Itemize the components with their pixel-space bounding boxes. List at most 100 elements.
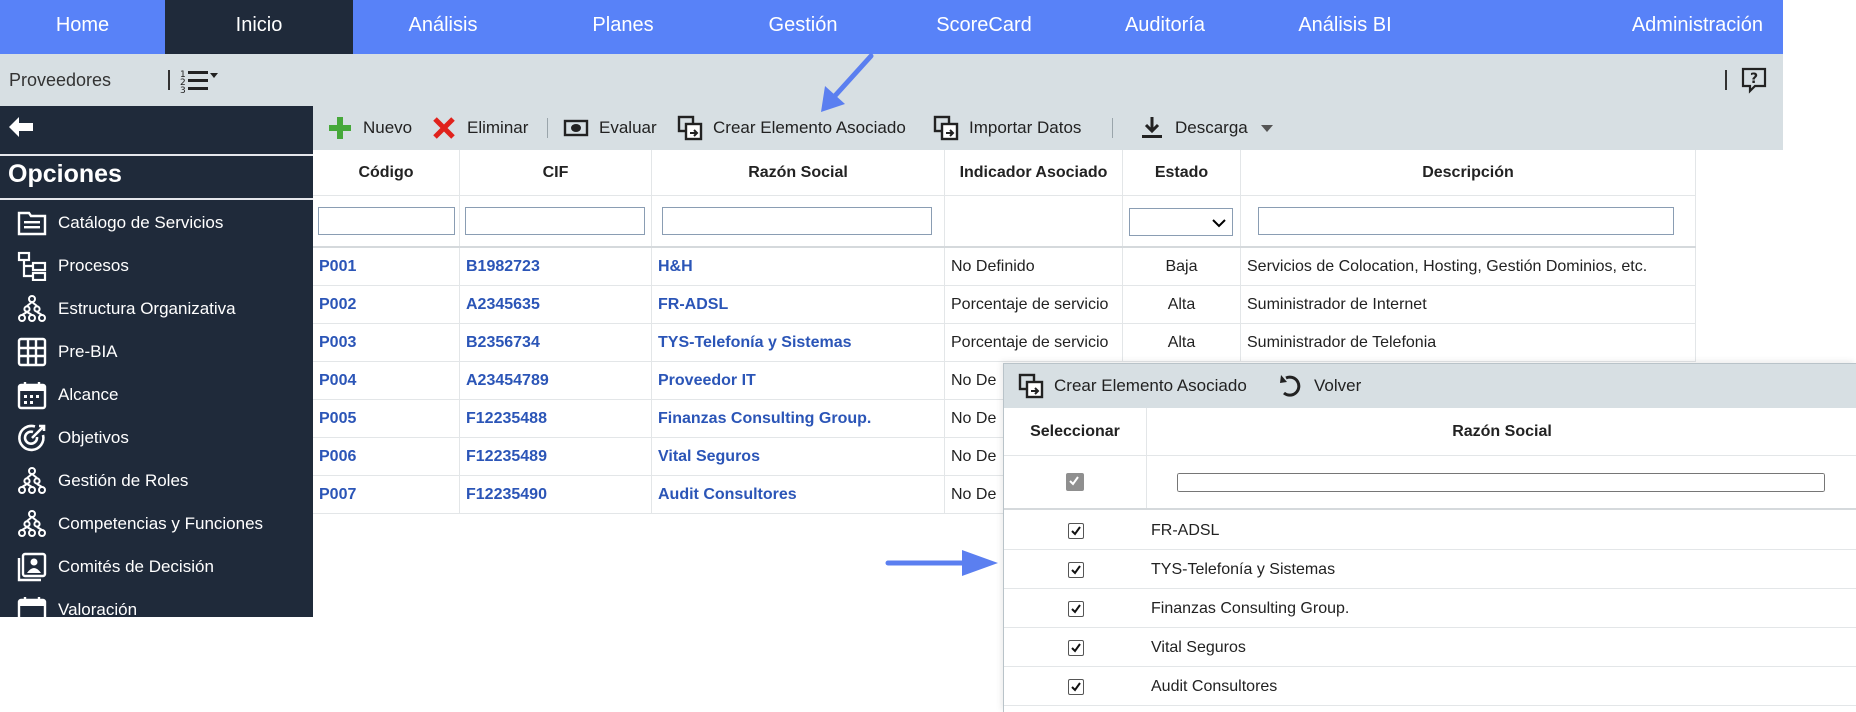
cell-razon[interactable]: TYS-Telefonía y Sistemas [652, 324, 945, 361]
table-row[interactable]: P005 F12235488 Finanzas Consulting Group. N… [313, 400, 1123, 438]
tab-auditoria[interactable]: Auditoría [1075, 0, 1255, 54]
cell-indicador: No Definido [945, 248, 1123, 285]
table-row[interactable]: P002 A2345635 FR-ADSL Porcentaje de servici… [313, 286, 1696, 324]
sidebar-item-catalogo[interactable]: Catálogo de Servicios [0, 202, 313, 244]
cell-cif[interactable]: A23454789 [460, 362, 652, 399]
tab-planes[interactable]: Planes [533, 0, 713, 54]
codigo-filter-input[interactable] [318, 207, 455, 235]
check-icon [1070, 564, 1081, 575]
column-header[interactable]: Estado [1123, 150, 1241, 195]
column-header[interactable]: CIF [460, 150, 652, 195]
panel-razon-filter-input[interactable] [1177, 472, 1825, 492]
column-header[interactable]: Razón Social [1147, 408, 1856, 455]
descripcion-filter-input[interactable] [1258, 207, 1674, 235]
cell-razon[interactable]: Vital Seguros [652, 438, 945, 475]
column-header[interactable]: Descripción [1241, 150, 1696, 195]
volver-button[interactable]: Volver [1278, 364, 1361, 408]
sidebar-item-label: Estructura Organizativa [58, 299, 236, 318]
tab-analisis[interactable]: Análisis [353, 0, 533, 54]
cell-codigo[interactable]: P002 [313, 286, 460, 323]
sidebar-item-objetivos[interactable]: Objetivos [0, 417, 313, 459]
nuevo-button[interactable]: Nuevo [327, 106, 412, 150]
cell-cif[interactable]: A2345635 [460, 286, 652, 323]
select-all-checkbox[interactable] [1066, 473, 1084, 491]
divider [1725, 70, 1727, 90]
table-row[interactable]: P006 F12235489 Vital Seguros No De [313, 438, 1123, 476]
sidebar-item-label: Pre-BIA [58, 342, 118, 361]
column-header[interactable]: Indicador Asociado [945, 150, 1123, 195]
sidebar-item-comites[interactable]: Comités de Decisión [0, 546, 313, 588]
panel-filter-row [1004, 456, 1856, 510]
back-arrow-icon[interactable] [8, 116, 34, 138]
descarga-button[interactable]: Descarga [1139, 106, 1274, 150]
tab-inicio[interactable]: Inicio [165, 0, 353, 54]
cell-cif[interactable]: B2356734 [460, 324, 652, 361]
sidebar-item-alcance[interactable]: Alcance [0, 374, 313, 416]
importar-datos-button[interactable]: Importar Datos [933, 106, 1081, 150]
cell-codigo[interactable]: P007 [313, 476, 460, 513]
cell-codigo[interactable]: P004 [313, 362, 460, 399]
help-icon[interactable]: ? [1740, 66, 1768, 94]
estado-filter-select[interactable] [1129, 208, 1233, 236]
cell-indicador: Porcentaje de servicio [945, 324, 1123, 361]
nuevo-label: Nuevo [363, 118, 413, 137]
panel-crear-elemento-asociado-button[interactable]: Crear Elemento Asociado [1018, 364, 1247, 408]
column-header[interactable]: Código [313, 150, 460, 195]
cell-estado: Alta [1123, 286, 1241, 323]
chevron-down-icon [1212, 219, 1226, 228]
tab-administracion[interactable]: Administración [1435, 0, 1783, 54]
row-checkbox[interactable] [1067, 600, 1084, 617]
list-options-icon[interactable]: 1 2 3 [180, 66, 220, 94]
svg-text:3: 3 [180, 86, 186, 94]
cell-razon[interactable]: Audit Consultores [652, 476, 945, 513]
calendar-icon [17, 382, 47, 410]
column-header[interactable]: Seleccionar [1004, 408, 1147, 455]
cell-codigo[interactable]: P006 [313, 438, 460, 475]
cell-codigo[interactable]: P001 [313, 248, 460, 285]
tab-analisis-bi[interactable]: Análisis BI [1255, 0, 1435, 54]
sidebar-item-label: Alcance [58, 385, 119, 404]
row-checkbox[interactable] [1067, 522, 1084, 539]
sidebar-item-estructura[interactable]: Estructura Organizativa [0, 288, 313, 330]
cell-codigo[interactable]: P005 [313, 400, 460, 437]
cell-cif[interactable]: F12235490 [460, 476, 652, 513]
sidebar-item-valoracion[interactable]: Valoración [0, 589, 313, 617]
tab-home[interactable]: Home [0, 0, 165, 54]
sidebar-item-procesos[interactable]: Procesos [0, 245, 313, 287]
page-title: Proveedores [9, 70, 112, 90]
plus-icon [329, 117, 351, 139]
list-item[interactable]: TYS-Telefonía y Sistemas [1004, 551, 1856, 589]
table-row[interactable]: P003 B2356734 TYS-Telefonía y Sistemas Porc… [313, 324, 1696, 362]
top-navigation: Home Inicio Análisis Planes Gestión Scor… [0, 0, 1783, 54]
list-item[interactable]: Audit Consultores [1004, 668, 1856, 706]
delete-x-icon [433, 117, 455, 139]
list-item[interactable]: Finanzas Consulting Group. [1004, 590, 1856, 628]
table-row[interactable]: P004 A23454789 Proveedor IT No De [313, 362, 1123, 400]
eliminar-button[interactable]: Eliminar [431, 106, 528, 150]
cell-razon[interactable]: Proveedor IT [652, 362, 945, 399]
row-checkbox[interactable] [1067, 561, 1084, 578]
cif-filter-input[interactable] [465, 207, 645, 235]
row-checkbox[interactable] [1067, 678, 1084, 695]
table-row[interactable]: P007 F12235490 Audit Consultores No De [313, 476, 1123, 514]
sidebar-item-gestion-roles[interactable]: Gestión de Roles [0, 460, 313, 502]
row-checkbox[interactable] [1067, 639, 1084, 656]
cell-codigo[interactable]: P003 [313, 324, 460, 361]
check-icon [1070, 525, 1081, 536]
tab-gestion[interactable]: Gestión [713, 0, 893, 54]
column-header[interactable]: Razón Social [652, 150, 945, 195]
cell-cif[interactable]: F12235489 [460, 438, 652, 475]
cell-cif[interactable]: B1982723 [460, 248, 652, 285]
cell-cif[interactable]: F12235488 [460, 400, 652, 437]
razon-filter-input[interactable] [662, 207, 932, 235]
evaluar-button[interactable]: Evaluar [563, 106, 657, 150]
cell-razon[interactable]: H&H [652, 248, 945, 285]
list-item[interactable]: FR-ADSL [1004, 512, 1856, 550]
cell-razon[interactable]: Finanzas Consulting Group. [652, 400, 945, 437]
tab-scorecard[interactable]: ScoreCard [893, 0, 1075, 54]
list-item[interactable]: Vital Seguros [1004, 629, 1856, 667]
cell-razon[interactable]: FR-ADSL [652, 286, 945, 323]
sidebar-item-competencias[interactable]: Competencias y Funciones [0, 503, 313, 545]
sidebar-item-pre-bia[interactable]: Pre-BIA [0, 331, 313, 373]
table-row[interactable]: P001 B1982723 H&H No Definido Baja Servicios … [313, 248, 1696, 286]
